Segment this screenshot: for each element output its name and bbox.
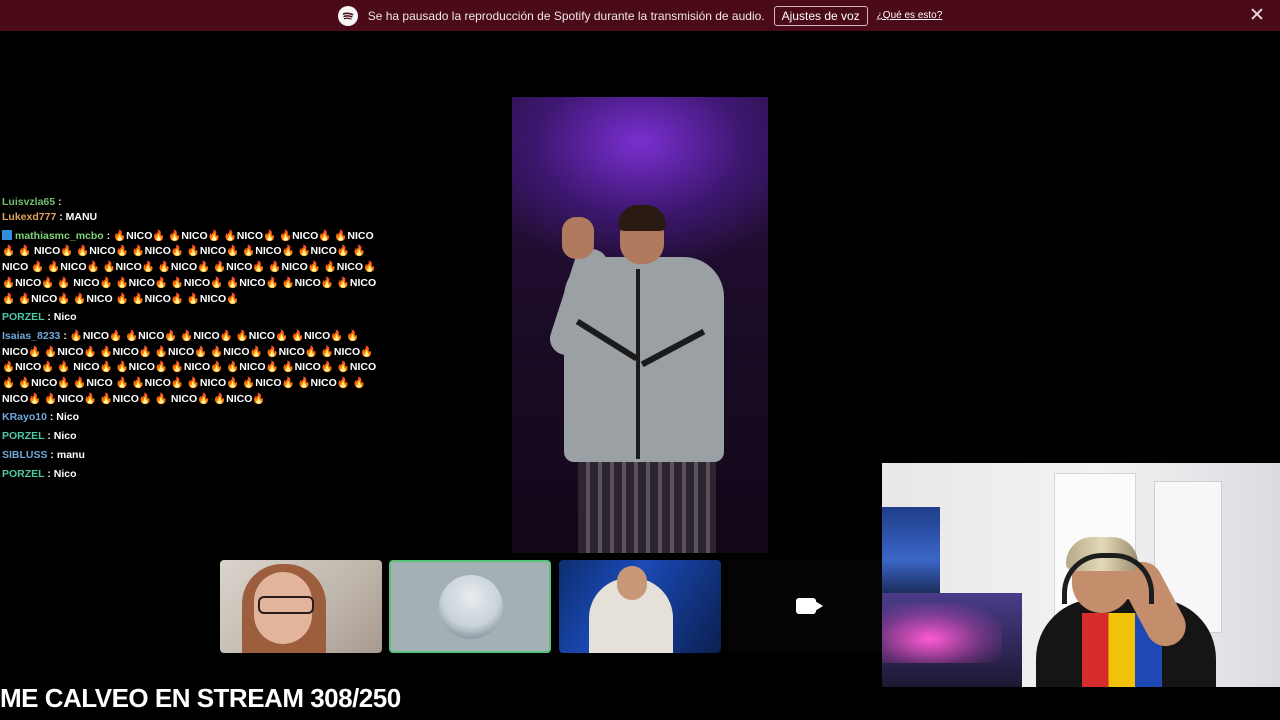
chat-message: mathiasmc_mcbo : 🔥NICO🔥 🔥NICO🔥 🔥NICO🔥 🔥N… — [2, 229, 382, 308]
chat-text: Nico — [56, 411, 80, 424]
chat-username: PORZEL — [2, 467, 45, 480]
streamer-webcam — [882, 463, 1280, 687]
chat-message: Luisvzla65 : — [2, 195, 382, 207]
chat-username: KRayo10 — [2, 411, 47, 424]
participant-face — [617, 566, 647, 600]
chat-text: Nico — [53, 311, 77, 324]
chat-text: MANU — [65, 211, 98, 223]
participant-tile-1[interactable] — [220, 560, 382, 653]
chat-separator: : — [60, 329, 70, 342]
stream-goal-text: ME CALVEO EN STREAM 308/250 — [0, 683, 401, 713]
monitor — [882, 507, 940, 595]
voice-settings-button[interactable]: Ajustes de voz — [773, 5, 868, 26]
chat-separator: : — [103, 229, 114, 242]
glasses — [258, 596, 314, 614]
chat-username: SIBLUSS — [2, 448, 48, 461]
participant-tile-3[interactable] — [559, 560, 721, 653]
chat-separator: : — [56, 211, 66, 223]
video-subject-hair — [618, 205, 666, 231]
chat-text: manu — [56, 448, 85, 461]
chat-overlay: Luisvzla65 : Lukexd777 : MANU mathiasmc_m… — [2, 195, 382, 485]
chat-username: Lukexd777 — [2, 211, 57, 223]
chat-message: PORZEL : Nico — [2, 467, 382, 483]
chat-username: Luisvzla65 — [2, 196, 56, 207]
participant-tile-4-camera-off[interactable] — [728, 560, 890, 653]
chat-text: Nico — [53, 467, 77, 480]
chat-text: Nico — [53, 430, 77, 443]
moderator-badge-icon — [2, 229, 12, 240]
chat-username: Isaias_8233 — [2, 329, 61, 342]
chat-message: KRayo10 : Nico — [2, 410, 382, 426]
chat-message: Lukexd777 : MANU — [2, 210, 382, 226]
notification-message: Se ha pausado la reproducción de Spotify… — [367, 8, 765, 23]
chat-username: mathiasmc_mcbo — [15, 229, 104, 242]
chat-separator: : — [55, 196, 62, 207]
video-subject-hand — [562, 217, 594, 259]
participant-tile-2-active[interactable] — [389, 560, 551, 653]
close-icon[interactable] — [1250, 7, 1264, 21]
chat-separator: : — [44, 467, 54, 480]
spotify-icon — [337, 5, 358, 26]
chat-message: SIBLUSS : manu — [2, 448, 382, 464]
whats-this-link[interactable]: ¿Qué es esto? — [877, 10, 943, 21]
chat-separator: : — [47, 448, 57, 461]
video-subject-pants — [578, 452, 716, 553]
chat-message: Isaias_8233 : 🔥NICO🔥 🔥NICO🔥 🔥NICO🔥 🔥NICO… — [2, 329, 382, 408]
chat-message: PORZEL : Nico — [2, 429, 382, 445]
chat-message: PORZEL : Nico — [2, 310, 382, 326]
spotify-notification-bar: Se ha pausado la reproducción de Spotify… — [0, 0, 1280, 31]
rgb-light — [882, 603, 1002, 663]
avatar — [439, 575, 503, 639]
chat-username: PORZEL — [2, 311, 45, 324]
chat-separator: : — [44, 430, 54, 443]
main-video-feed — [512, 97, 768, 553]
chat-username: PORZEL — [2, 430, 45, 443]
video-camera-icon — [796, 598, 816, 614]
chat-separator: : — [46, 411, 57, 424]
hoodie-zip — [636, 269, 640, 459]
chat-separator: : — [44, 311, 54, 324]
